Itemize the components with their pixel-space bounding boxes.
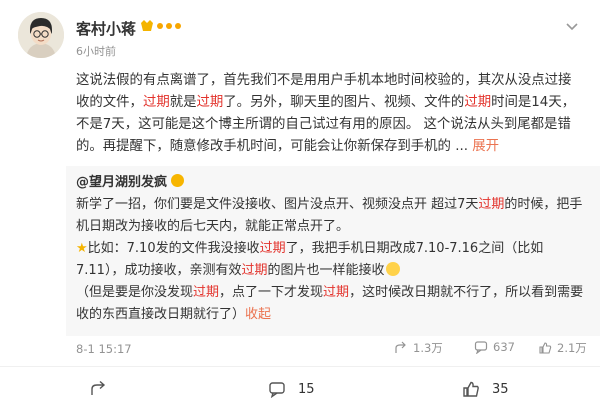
post-body-text: 这说法假的有点离谱了，首先我们不是用用户手机本地时间校验的，其次从没点过接收的文… [76,73,575,154]
highlight-keyword: 过期 [142,95,170,110]
comment-button[interactable]: 15 [268,380,315,398]
grin-emoji-icon [386,262,401,276]
repost-date: 8-1 15:17 [76,342,132,356]
vip-badge-icon[interactable] [140,18,184,32]
comment-count: 15 [298,381,315,397]
repost-para1-segment: 新学了一招，你们要是文件没接收、图片没点开、视频没点开 超过7天 [76,197,479,212]
collapse-link[interactable]: 收起 [245,307,271,322]
star-icon: ★ [76,241,88,256]
repost-paragraph-2: 比如：7.10发的文件我没接收过期了，我把手机日期改成7.10-7.16之间（比… [76,241,543,278]
repost-comment-stat[interactable]: 637 [474,340,515,354]
chevron-down-icon[interactable] [564,18,580,34]
repost-para3-segment: （但是要是你没发现 [76,285,194,300]
post-body-segment: 了。另外，聊天里的图片、视频、文件的 [223,95,465,110]
repost-content: @望月湖别发疯 新学了一招，你们要是文件没接收、图片没点开、视频没点开 超过7天… [76,172,591,326]
repost-author[interactable]: @望月湖别发疯 [76,175,167,190]
repost-para2-segment: 比如：7.10发的文件我没接收 [87,241,260,256]
like-count: 35 [492,381,509,397]
post-body: 这说法假的有点离谱了，首先我们不是用用户手机本地时间校验的，其次从没点过接收的文… [76,70,584,158]
repost-like-stat[interactable]: 2.1万 [538,340,587,356]
repost-meta: 8-1 15:17 1.3万 637 2.1万 [76,340,596,360]
repost-share-count: 1.3万 [413,341,443,355]
expand-link[interactable]: 展开 [472,139,499,154]
highlight-keyword: 过期 [323,285,350,300]
vip-gold-icon [171,174,185,187]
avatar-illustration [18,12,64,58]
action-bar: 15 35 [0,370,600,412]
repost-card[interactable]: @望月湖别发疯 新学了一招，你们要是文件没接收、图片没点开、视频没点开 超过7天… [66,166,600,336]
repost-comment-count: 637 [493,340,515,354]
comment-icon [474,341,488,354]
share-icon [91,380,106,395]
highlight-keyword: 过期 [241,263,268,278]
repost-share-stat[interactable]: 1.3万 [394,340,443,356]
highlight-keyword: 过期 [464,95,492,110]
divider [0,366,600,367]
repost-paragraph-1: 新学了一招，你们要是文件没接收、图片没点开、视频没点开 超过7天过期的时候，把手… [76,194,591,238]
repost-like-count: 2.1万 [557,341,587,355]
post-header: 客村小蒋 6小时前 [18,12,588,62]
repost-para3-segment: ，点了一下才发现 [219,285,324,300]
post-body-segment: 就是 [169,95,197,110]
thumbs-up-icon [539,342,552,354]
like-button[interactable]: 35 [462,380,509,398]
avatar[interactable] [18,12,64,58]
highlight-keyword: 过期 [259,241,286,256]
comment-icon [269,382,285,398]
repost-para2-segment: 的图片也一样能接收 [267,263,385,278]
share-icon [395,341,406,353]
repost-button[interactable] [90,380,120,398]
repost-paragraph-3: （但是要是你没发现过期，点了一下才发现过期，这时候改日期就不行了，所以看到需要收… [76,285,583,322]
post-time: 6小时前 [76,45,116,58]
highlight-keyword: 过期 [478,197,505,212]
highlight-keyword: 过期 [193,285,220,300]
highlight-keyword: 过期 [196,95,224,110]
thumbs-up-icon [463,381,479,397]
author-name[interactable]: 客村小蒋 [76,18,136,39]
